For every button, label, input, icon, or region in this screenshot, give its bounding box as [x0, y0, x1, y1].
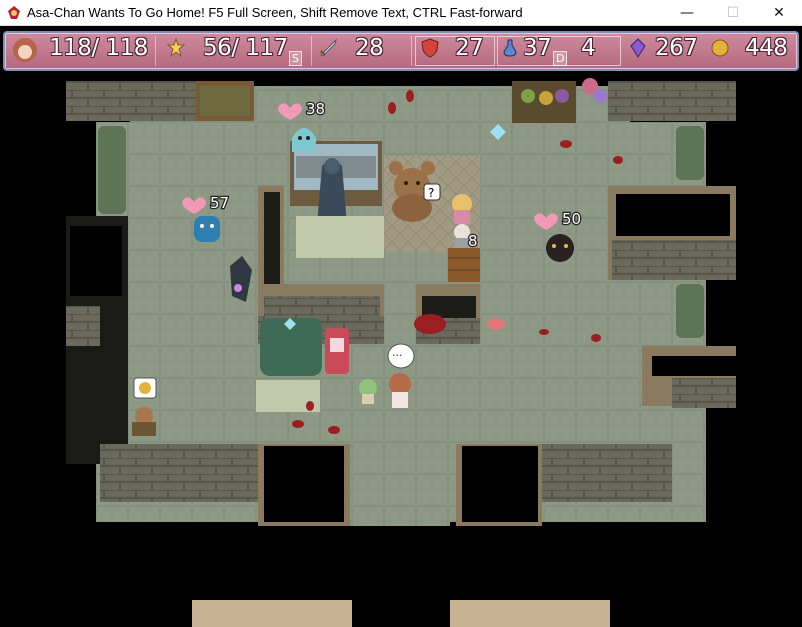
- attack-value: 28: [355, 35, 384, 61]
- enemy-hp-57: 57: [210, 194, 229, 212]
- window-title: Asa-Chan Wants To Go Home! F5 Full Scree…: [27, 5, 523, 20]
- blue-slime-enemy: [194, 216, 220, 242]
- status-hud: 118/ 118 56/ 117 S 28 27 37 D 4 267 448: [3, 31, 799, 71]
- maximize-button[interactable]: ☐: [710, 0, 756, 26]
- sp-value: 56/ 117: [203, 35, 288, 61]
- vending-machine: [325, 328, 349, 374]
- title-bar[interactable]: Asa-Chan Wants To Go Home! F5 Full Scree…: [0, 0, 802, 26]
- sp-hotkey: S: [289, 51, 302, 66]
- wooden-crate: [448, 248, 480, 282]
- player-portrait-icon: [13, 38, 37, 62]
- defense-value: 27: [455, 35, 484, 61]
- crystal-icon: [630, 38, 646, 58]
- svg-text:?: ?: [428, 186, 434, 200]
- shield-icon: [421, 38, 439, 58]
- gold-count: 448: [745, 35, 788, 61]
- potion-icon: [503, 39, 517, 57]
- sword-icon: [320, 38, 337, 57]
- minimize-button[interactable]: —: [664, 0, 710, 26]
- app-icon: [8, 6, 20, 19]
- game-window: Asa-Chan Wants To Go Home! F5 Full Scree…: [0, 0, 802, 627]
- hud-separator: [311, 36, 312, 66]
- star-person-icon: [166, 37, 186, 58]
- dark-blob-enemy: [546, 234, 574, 262]
- hud-separator: [411, 36, 412, 66]
- coin-bubble: [133, 377, 157, 399]
- svg-text:...: ...: [392, 346, 403, 359]
- hp-value: 118/ 118: [49, 35, 148, 61]
- raw-meat-item: [487, 318, 505, 330]
- player-asa: [389, 373, 411, 408]
- enemy-hp-50: 50: [562, 210, 581, 228]
- question-bubble: ?: [423, 183, 441, 201]
- key-count: 4: [581, 35, 596, 61]
- coin-icon: [711, 39, 729, 57]
- npc-counter: 8: [468, 232, 478, 250]
- enemy-hp-38: 38: [306, 100, 325, 118]
- crystal-count: 267: [655, 35, 698, 61]
- speech-bubble: ...: [387, 343, 415, 369]
- game-screen[interactable]: 38 57 50 8 ? ... 118/ 118 56/ 117 S 28 2…: [0, 26, 802, 627]
- potion-count: 37: [523, 35, 552, 61]
- hud-separator: [155, 36, 156, 66]
- potion-hotkey: D: [553, 51, 568, 66]
- tombstone: [256, 318, 322, 412]
- dungeon-map: 38 57 50 8 ? ...: [66, 78, 736, 627]
- close-button[interactable]: ✕: [756, 0, 802, 26]
- bookshelf: [196, 81, 254, 121]
